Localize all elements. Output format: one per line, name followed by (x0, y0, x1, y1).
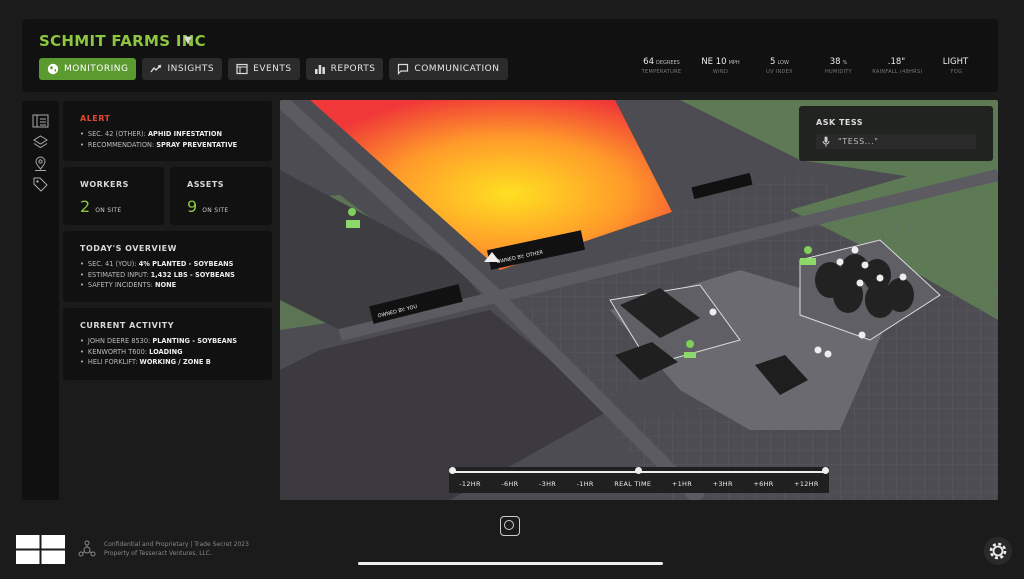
tick-label[interactable]: REAL TIME (614, 480, 651, 488)
activity-card[interactable]: CURRENT ACTIVITY JOHN DEERE 8530: PLANTI… (63, 308, 272, 380)
workers-count: 2 ON SITE (80, 197, 122, 216)
nav-insights-button[interactable]: INSIGHTS (142, 58, 223, 80)
timeline-start-knob[interactable] (449, 467, 456, 474)
weather-temperature: 64 DEGREES TEMPERATURE (641, 57, 682, 75)
list-item: ESTIMATED INPUT: 1,432 LBS - SOYBEANS (80, 270, 235, 281)
location-pin-icon[interactable] (32, 155, 49, 172)
tesseract-emblem-icon (78, 540, 96, 557)
gear-icon (989, 542, 1007, 560)
overview-card[interactable]: TODAY'S OVERVIEW SEC. 41 (YOU): 4% PLANT… (63, 231, 272, 302)
trend-icon (150, 64, 162, 73)
nav-communication-button[interactable]: COMMUNICATION (389, 58, 508, 80)
nav-events-button[interactable]: EVENTS (228, 58, 300, 80)
recenter-button[interactable] (500, 516, 520, 536)
weather-strip: 64 DEGREES TEMPERATURE NE 10 MPH WIND 5 LOW UV… (632, 57, 986, 75)
tick-label[interactable]: +6HR (753, 480, 773, 488)
tick-label[interactable]: -1HR (577, 480, 594, 488)
tick-label[interactable]: -12HR (459, 480, 481, 488)
alert-card[interactable]: ALERT SEC. 42 (OTHER): APHID INFESTATION… (63, 101, 272, 161)
weather-fog: LIGHT FOG (942, 57, 969, 75)
alert-list: SEC. 42 (OTHER): APHID INFESTATION RECOM… (80, 129, 237, 150)
nav-label: EVENTS (253, 64, 292, 74)
nav-label: INSIGHTS (167, 64, 215, 74)
list-item: KENWORTH T600: LOADING (80, 347, 237, 358)
assets-title: ASSETS (187, 180, 225, 189)
weather-rainfall: .18" RAINFALL (48HRS) (872, 57, 923, 75)
list-item: JOHN DEERE 8530: PLANTING - SOYBEANS (80, 336, 237, 347)
list-item: SEC. 41 (YOU): 4% PLANTED - SOYBEANS (80, 259, 235, 270)
chat-icon (398, 63, 409, 75)
home-indicator[interactable] (358, 562, 663, 565)
farm-name[interactable]: SCHMIT FARMS INC (39, 32, 206, 50)
overview-title: TODAY'S OVERVIEW (80, 244, 177, 253)
list-item: RECOMMENDATION: SPRAY PREVENTATIVE (80, 140, 237, 151)
activity-list: JOHN DEERE 8530: PLANTING - SOYBEANS KEN… (80, 336, 237, 368)
nav-reports-button[interactable]: REPORTS (305, 58, 384, 80)
weather-wind: NE 10 MPH WIND (701, 57, 740, 75)
list-item: SAFETY INCIDENTS: NONE (80, 280, 235, 291)
list-item: SEC. 42 (OTHER): APHID INFESTATION (80, 129, 237, 140)
brand-logo-icon (16, 535, 65, 564)
top-bar: SCHMIT FARMS INC ▼ MONITORING INSIGHTS E… (22, 19, 998, 92)
assets-count: 9 ON SITE (187, 197, 229, 216)
weather-humidity: 38% HUMIDITY (824, 57, 853, 75)
list-item: HELI FORKLIFT: WORKING / ZONE B (80, 357, 237, 368)
time-scrubber[interactable]: -12HR -6HR -3HR -1HR REAL TIME +1HR +3HR… (449, 467, 829, 493)
assets-card[interactable]: ASSETS 9 ON SITE (170, 167, 272, 225)
workers-card[interactable]: WORKERS 2 ON SITE (63, 167, 164, 225)
nav-label: COMMUNICATION (414, 64, 500, 74)
main-nav: MONITORING INSIGHTS EVENTS REPORTS COMMU… (39, 58, 508, 80)
calendar-icon (236, 63, 248, 75)
nav-monitoring-button[interactable]: MONITORING (39, 58, 137, 80)
activity-title: CURRENT ACTIVITY (80, 321, 175, 330)
bar-chart-icon (314, 65, 325, 74)
microphone-icon[interactable] (822, 136, 830, 147)
ask-tess-title: ASK TESS (816, 118, 864, 127)
timeline-current-knob[interactable] (635, 467, 642, 474)
settings-button[interactable] (984, 537, 1012, 565)
globe-icon (47, 63, 59, 75)
tick-label[interactable]: -6HR (501, 480, 518, 488)
list-panel-icon[interactable] (32, 113, 49, 130)
nav-label: REPORTS (330, 64, 376, 74)
tick-label[interactable]: +1HR (672, 480, 692, 488)
weather-uv: 5 LOW UV INDEX (766, 57, 793, 75)
timeline-ticks: -12HR -6HR -3HR -1HR REAL TIME +1HR +3HR… (449, 480, 829, 488)
tick-label[interactable]: +3HR (713, 480, 733, 488)
alert-title: ALERT (80, 114, 111, 123)
ask-tess-placeholder: "TESS..." (838, 137, 879, 146)
timeline-end-knob[interactable] (822, 467, 829, 474)
layers-icon[interactable] (32, 134, 49, 151)
overview-list: SEC. 41 (YOU): 4% PLANTED - SOYBEANS EST… (80, 259, 235, 291)
tick-label[interactable]: +12HR (794, 480, 819, 488)
nav-label: MONITORING (64, 64, 129, 74)
icon-rail (22, 101, 59, 500)
tick-label[interactable]: -3HR (539, 480, 556, 488)
caret-down-icon[interactable]: ▼ (184, 35, 192, 46)
ask-tess-panel: ASK TESS "TESS..." (799, 106, 993, 161)
workers-title: WORKERS (80, 180, 129, 189)
ask-tess-input[interactable]: "TESS..." (816, 134, 976, 149)
tag-icon[interactable] (32, 176, 49, 193)
legal-notice: Confidential and Proprietary | Trade Sec… (104, 541, 249, 557)
